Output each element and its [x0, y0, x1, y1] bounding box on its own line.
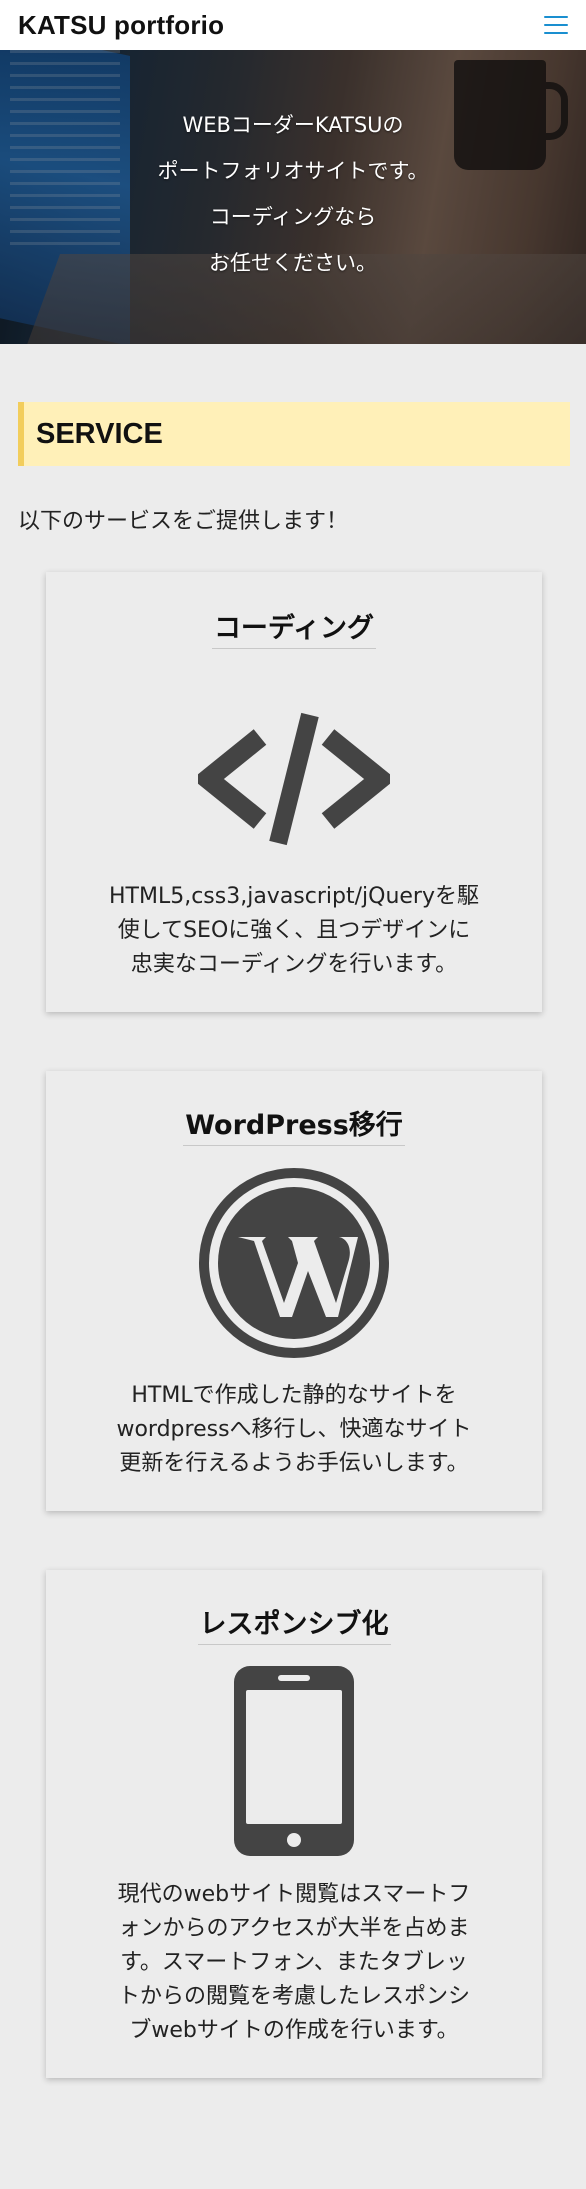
card-title: コーディング — [46, 606, 542, 649]
card-description-line: HTML5,css3,javascript/jQueryを駆 — [108, 884, 479, 909]
card-description-line: 更新を行えるようお手伝いします。 — [119, 1451, 469, 1476]
card-description-line: トからの閲覧を考慮したレスポンシ — [117, 1984, 470, 2009]
card-description-line: HTMLで作成した静的なサイトを — [131, 1383, 457, 1408]
card-description: 現代のwebサイト閲覧はスマートフ ォンからのアクセスが大半を占めま す。スマー… — [102, 1878, 486, 2048]
card-title: レスポンシブ化 — [46, 1602, 542, 1645]
card-description: HTML5,css3,javascript/jQueryを駆 使してSEOに強く… — [102, 880, 486, 982]
service-heading-text: SERVICE — [36, 417, 163, 450]
hero-line: お任せください。 — [209, 251, 377, 275]
service-intro: 以下のサービスをご提供します！ — [18, 509, 349, 534]
hero-line: ポートフォリオサイトです。 — [157, 159, 429, 183]
service-card-wordpress: WordPress移行 HTMLで作成した静的なサイトを wordpressへ移… — [46, 1071, 542, 1511]
card-description-line: す。スマートフォン、またタブレッ — [120, 1950, 468, 1975]
wordpress-icon — [198, 1167, 390, 1359]
site-title[interactable]: KATSU portforio — [18, 10, 224, 41]
card-description-line: 使してSEOに強く、且つデザインに — [117, 918, 471, 943]
card-description-line: wordpressへ移行し、快適なサイト — [116, 1417, 472, 1442]
hero-banner: WEBコーダーKATSUの ポートフォリオサイトです。 コーディングなら お任せ… — [0, 50, 586, 344]
card-description: HTMLで作成した静的なサイトを wordpressへ移行し、快適なサイト 更新… — [102, 1379, 486, 1481]
card-title-text: コーディング — [211, 606, 377, 649]
smartphone-icon — [232, 1664, 356, 1858]
card-description-line: ブwebサイトの作成を行います。 — [129, 2018, 459, 2043]
hero-text: WEBコーダーKATSUの ポートフォリオサイトです。 コーディングなら お任せ… — [0, 102, 586, 286]
card-title: WordPress移行 — [46, 1103, 542, 1146]
service-card-coding: コーディング HTML5,css3,javascript/jQueryを駆 使し… — [46, 572, 542, 1012]
card-description-line: 現代のwebサイト閲覧はスマートフ — [117, 1882, 471, 1907]
site-header: KATSU portforio — [0, 0, 586, 50]
card-title-text: WordPress移行 — [183, 1103, 405, 1146]
card-title-text: レスポンシブ化 — [197, 1602, 391, 1645]
service-heading: SERVICE — [18, 402, 570, 466]
card-description-line: ォンからのアクセスが大半を占めま — [118, 1916, 470, 1941]
card-description-line: 忠実なコーディングを行います。 — [130, 952, 458, 977]
hero-line: コーディングなら — [209, 205, 377, 229]
service-card-responsive: レスポンシブ化 現代のwebサイト閲覧はスマートフ ォンからのアクセスが大半を占… — [46, 1570, 542, 2078]
hero-line: WEBコーダーKATSUの — [182, 113, 404, 137]
hamburger-menu-icon[interactable] — [544, 16, 568, 34]
code-icon — [192, 707, 396, 847]
